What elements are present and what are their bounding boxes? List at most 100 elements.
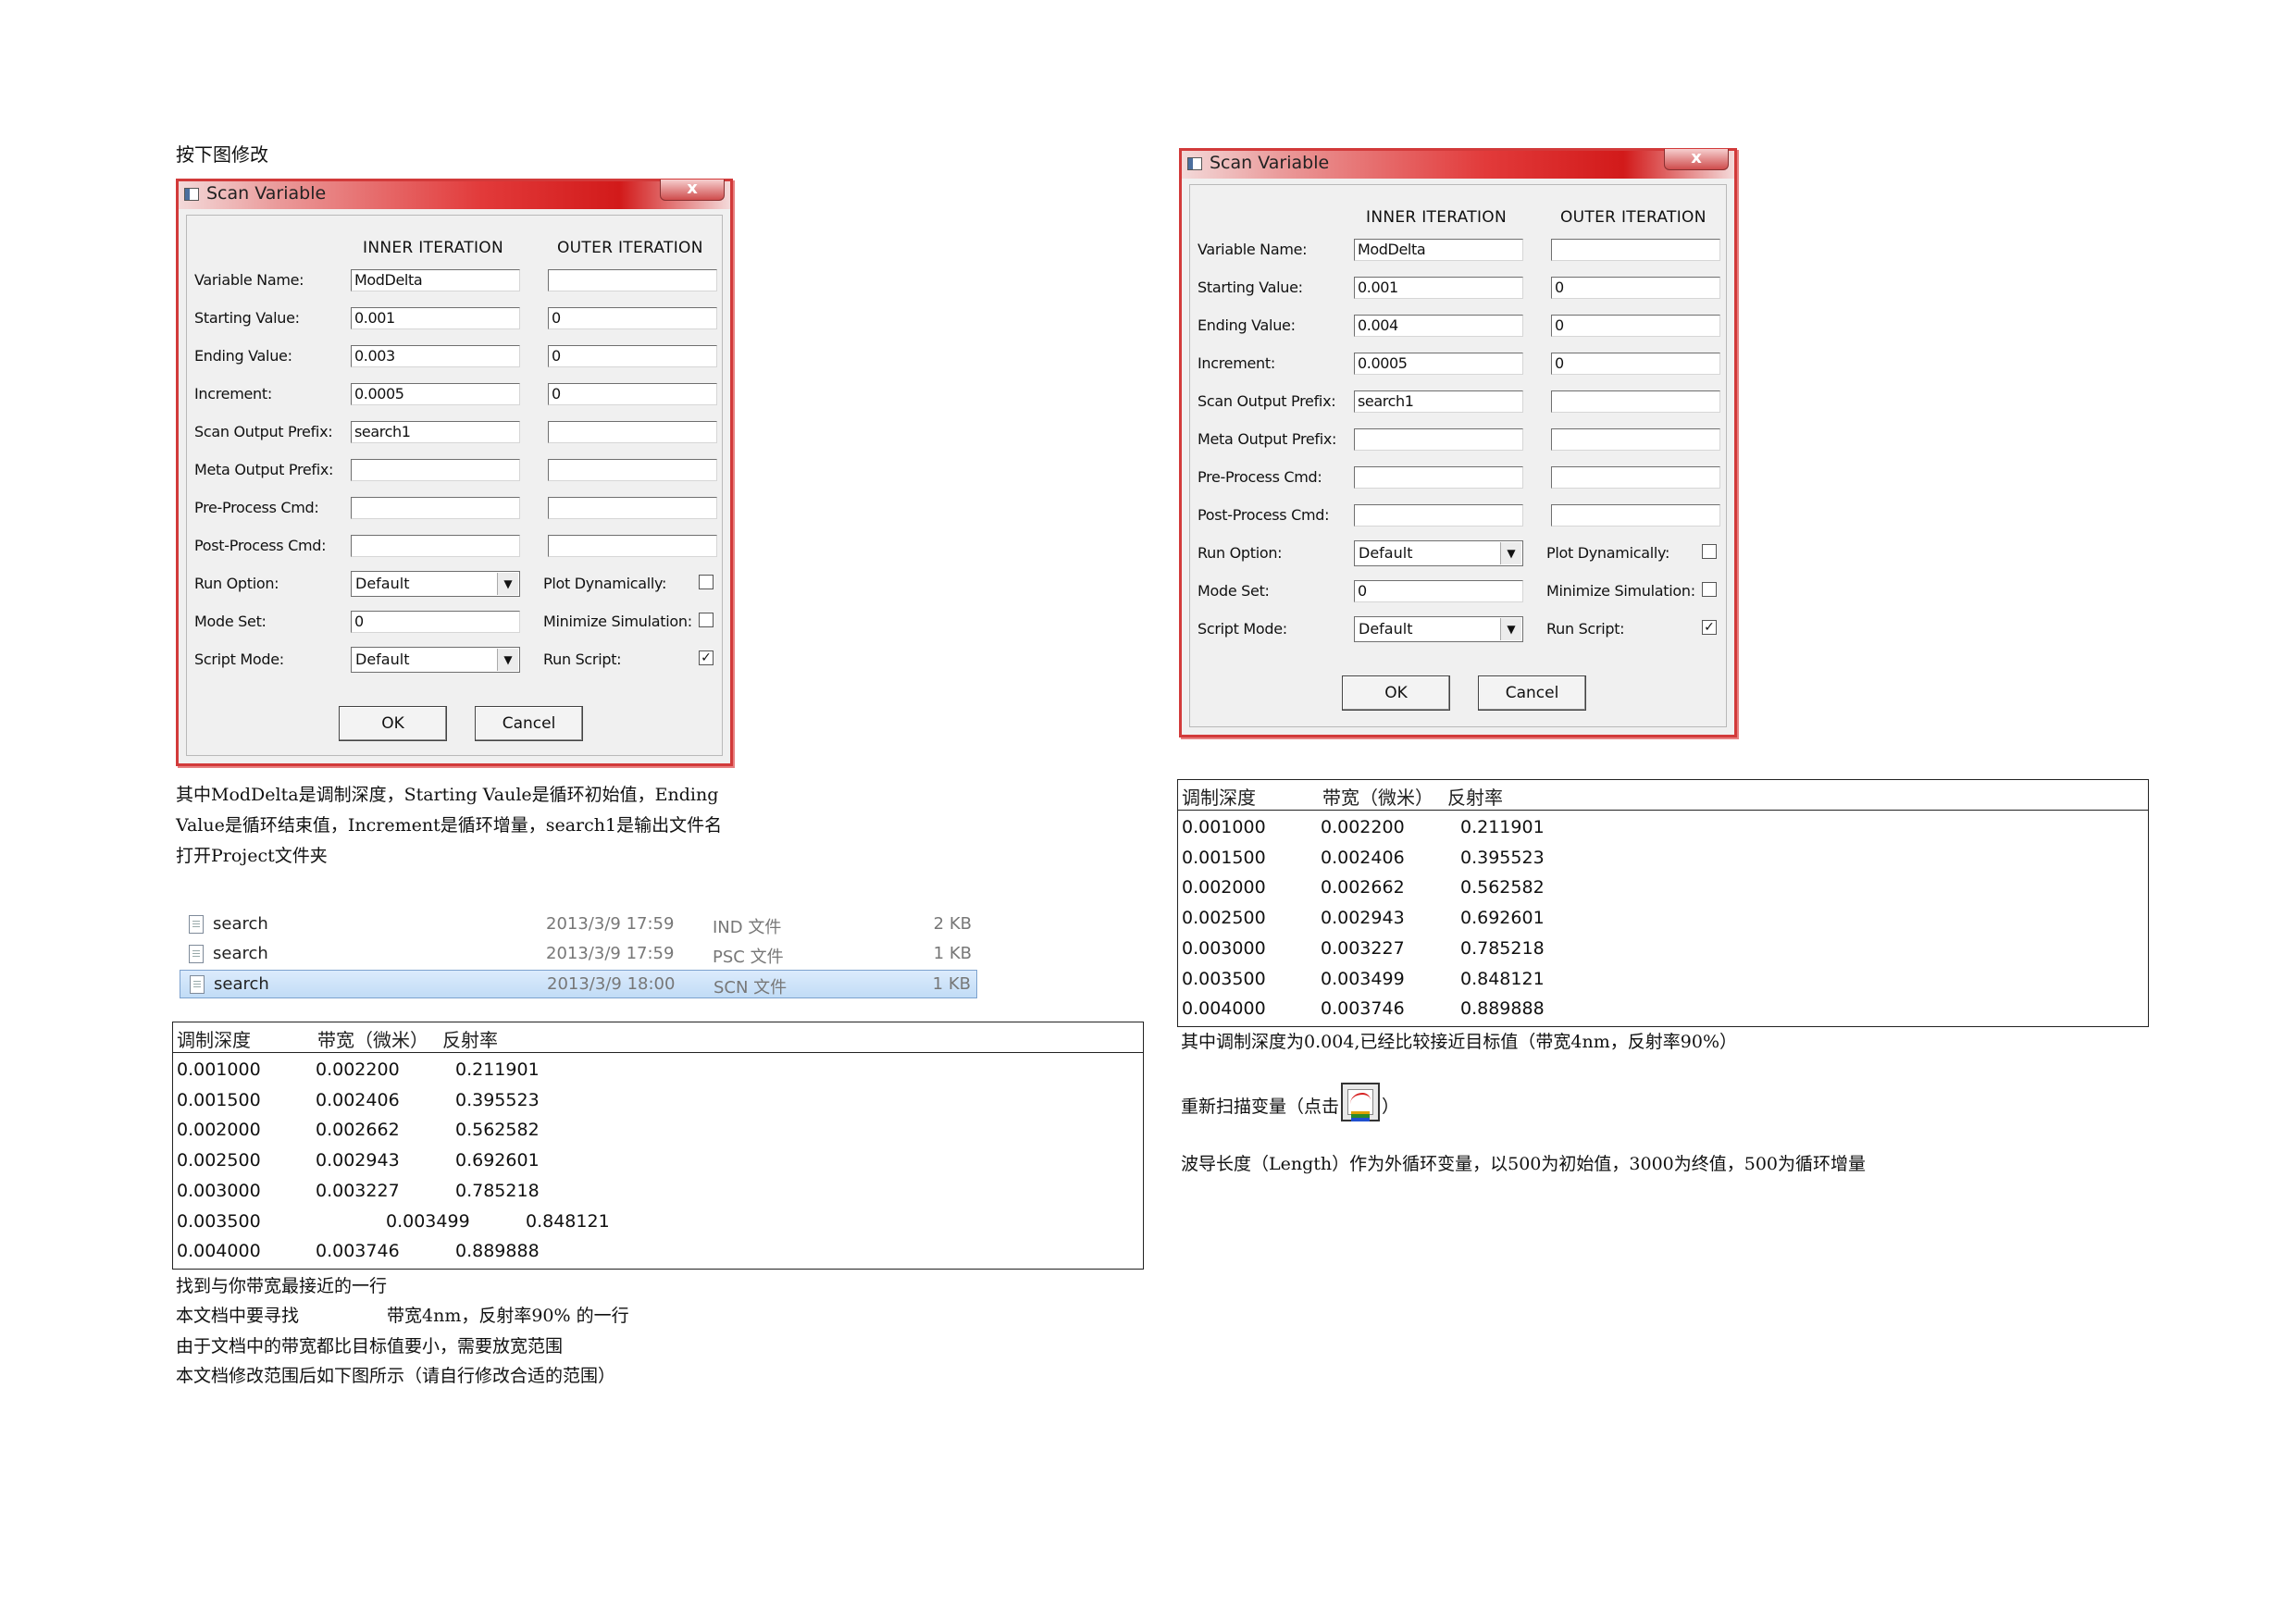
inner-increment-input[interactable]: 0.0005 [1354,353,1523,375]
outer-scan-output-prefix-input[interactable] [548,421,717,443]
run-option-select[interactable]: Default ▼ [1354,540,1523,566]
outer-post-process-cmd-input[interactable] [548,535,717,557]
outer-meta-output-prefix-input[interactable] [1551,428,1720,451]
outer-starting-value-input[interactable]: 0 [1551,277,1720,299]
table-cell: 0.003500 [177,1210,261,1232]
table-cell: 0.001500 [177,1089,261,1110]
chevron-down-icon[interactable]: ▼ [1500,542,1521,564]
close-button[interactable]: x [1664,149,1729,170]
file-icon [189,945,204,963]
run-option-value: Default [1359,544,1413,562]
outer-starting-value-input[interactable]: 0 [548,307,717,329]
dialog-titlebar[interactable]: Scan Variable x [179,180,730,209]
cancel-button[interactable]: Cancel [475,706,583,741]
mode-set-input[interactable]: 0 [351,611,520,633]
plot-dynamically-checkbox[interactable] [699,575,714,589]
pre-process-cmd-label: Pre-Process Cmd: [194,499,319,516]
table-cell: 0.692601 [1460,908,1545,929]
scan-chart-icon[interactable] [1341,1083,1381,1121]
cancel-button[interactable]: Cancel [1478,675,1586,711]
file-row[interactable]: search 2013/3/9 17:59 IND 文件 2 KB [180,911,977,939]
outer-increment-input[interactable]: 0 [1551,353,1720,375]
check-icon: ✓ [1704,620,1715,635]
inner-meta-output-prefix-input[interactable] [1354,428,1523,451]
inner-scan-output-prefix-input[interactable]: search1 [1354,390,1523,413]
run-script-checkbox[interactable]: ✓ [1702,620,1717,635]
inner-starting-value-input[interactable]: 0.001 [1354,277,1523,299]
file-row[interactable]: search 2013/3/9 17:59 PSC 文件 1 KB [180,940,977,969]
outer-pre-process-cmd-input[interactable] [548,497,717,519]
table-cell: 0.562582 [455,1120,540,1141]
inner-iteration-header: INNER ITERATION [363,239,503,257]
run-option-label: Run Option: [1198,544,1283,562]
inner-variable-name-input[interactable]: ModDelta [351,269,520,291]
file-row[interactable]: search 2013/3/9 18:00 SCN 文件 1 KB [180,970,977,998]
inner-pre-process-cmd-input[interactable] [1354,466,1523,489]
dialog-title: Scan Variable [206,183,327,204]
ok-button[interactable]: OK [1342,675,1450,711]
table-cell: 0.003499 [386,1210,470,1232]
script-mode-value: Default [1359,620,1413,638]
script-mode-select[interactable]: Default ▼ [1354,616,1523,642]
table-cell: 0.002000 [1182,877,1266,898]
inner-meta-output-prefix-input[interactable] [351,459,520,481]
outer-scan-output-prefix-input[interactable] [1551,390,1720,413]
check-icon: ✓ [701,650,712,665]
inner-pre-process-cmd-input[interactable] [351,497,520,519]
minimize-simulation-checkbox[interactable] [1702,582,1717,597]
increment-label: Increment: [194,385,272,403]
run-script-checkbox[interactable]: ✓ [699,650,714,665]
mode-set-input[interactable]: 0 [1354,580,1523,602]
outer-meta-output-prefix-input[interactable] [548,459,717,481]
app-icon [1187,157,1202,170]
outer-ending-value-input[interactable]: 0 [1551,315,1720,337]
closest-caption: 其中调制深度为0.004,已经比较接近目标值（带宽4nm，反射率90%） [1181,1032,1738,1052]
run-option-select[interactable]: Default ▼ [351,571,520,597]
run-script-label: Run Script: [1546,620,1625,638]
table-cell: 0.001000 [1182,817,1266,837]
chevron-down-icon[interactable]: ▼ [497,649,518,671]
variable-name-label: Variable Name: [194,271,304,289]
dialog-titlebar[interactable]: Scan Variable x [1182,149,1734,179]
scan-variable-dialog-1: Scan Variable x INNER ITERATION OUTER ITE… [176,179,733,766]
ok-button[interactable]: OK [339,706,447,741]
outer-increment-input[interactable]: 0 [548,383,717,405]
chevron-down-icon[interactable]: ▼ [1500,618,1521,640]
table-cell: 0.003746 [316,1241,400,1262]
inner-ending-value-input[interactable]: 0.004 [1354,315,1523,337]
mode-set-label: Mode Set: [194,613,267,630]
plot-dynamically-checkbox[interactable] [1702,544,1717,559]
table-cell: 0.848121 [526,1210,610,1232]
outer-ending-value-input[interactable]: 0 [548,345,717,367]
inner-ending-value-input[interactable]: 0.003 [351,345,520,367]
inner-post-process-cmd-input[interactable] [351,535,520,557]
inner-scan-output-prefix-input[interactable]: search1 [351,421,520,443]
inner-post-process-cmd-input[interactable] [1354,504,1523,527]
table-cell: 0.002200 [316,1059,400,1080]
inner-variable-name-input[interactable]: ModDelta [1354,239,1523,261]
table-cell: 0.889888 [455,1241,540,1262]
file-type: SCN 文件 [714,978,788,997]
outer-pre-process-cmd-input[interactable] [1551,466,1720,489]
inner-increment-input[interactable]: 0.0005 [351,383,520,405]
file-icon [189,915,204,934]
intro-caption: 按下图修改 [176,143,268,166]
outer-variable-name-input[interactable] [548,269,717,291]
outer-variable-name-input[interactable] [1551,239,1720,261]
table-cell: 0.002662 [316,1120,400,1141]
run-option-label: Run Option: [194,575,279,592]
outer-post-process-cmd-input[interactable] [1551,504,1720,527]
table-cell: 0.003227 [316,1180,400,1201]
chevron-down-icon[interactable]: ▼ [497,573,518,595]
minimize-simulation-checkbox[interactable] [699,613,714,627]
plot-dynamically-label: Plot Dynamically: [543,575,667,592]
minimize-simulation-label: Minimize Simulation: [1546,582,1695,600]
post-process-cmd-label: Post-Process Cmd: [194,537,327,554]
scan-output-prefix-label: Scan Output Prefix: [194,423,333,440]
table-cell: 0.002200 [1321,817,1405,837]
meta-output-prefix-label: Meta Output Prefix: [1198,430,1337,448]
script-mode-select[interactable]: Default ▼ [351,647,520,673]
target-caption-value: 带宽4nm，反射率90% 的一行 [387,1306,629,1326]
close-button[interactable]: x [660,180,725,201]
inner-starting-value-input[interactable]: 0.001 [351,307,520,329]
